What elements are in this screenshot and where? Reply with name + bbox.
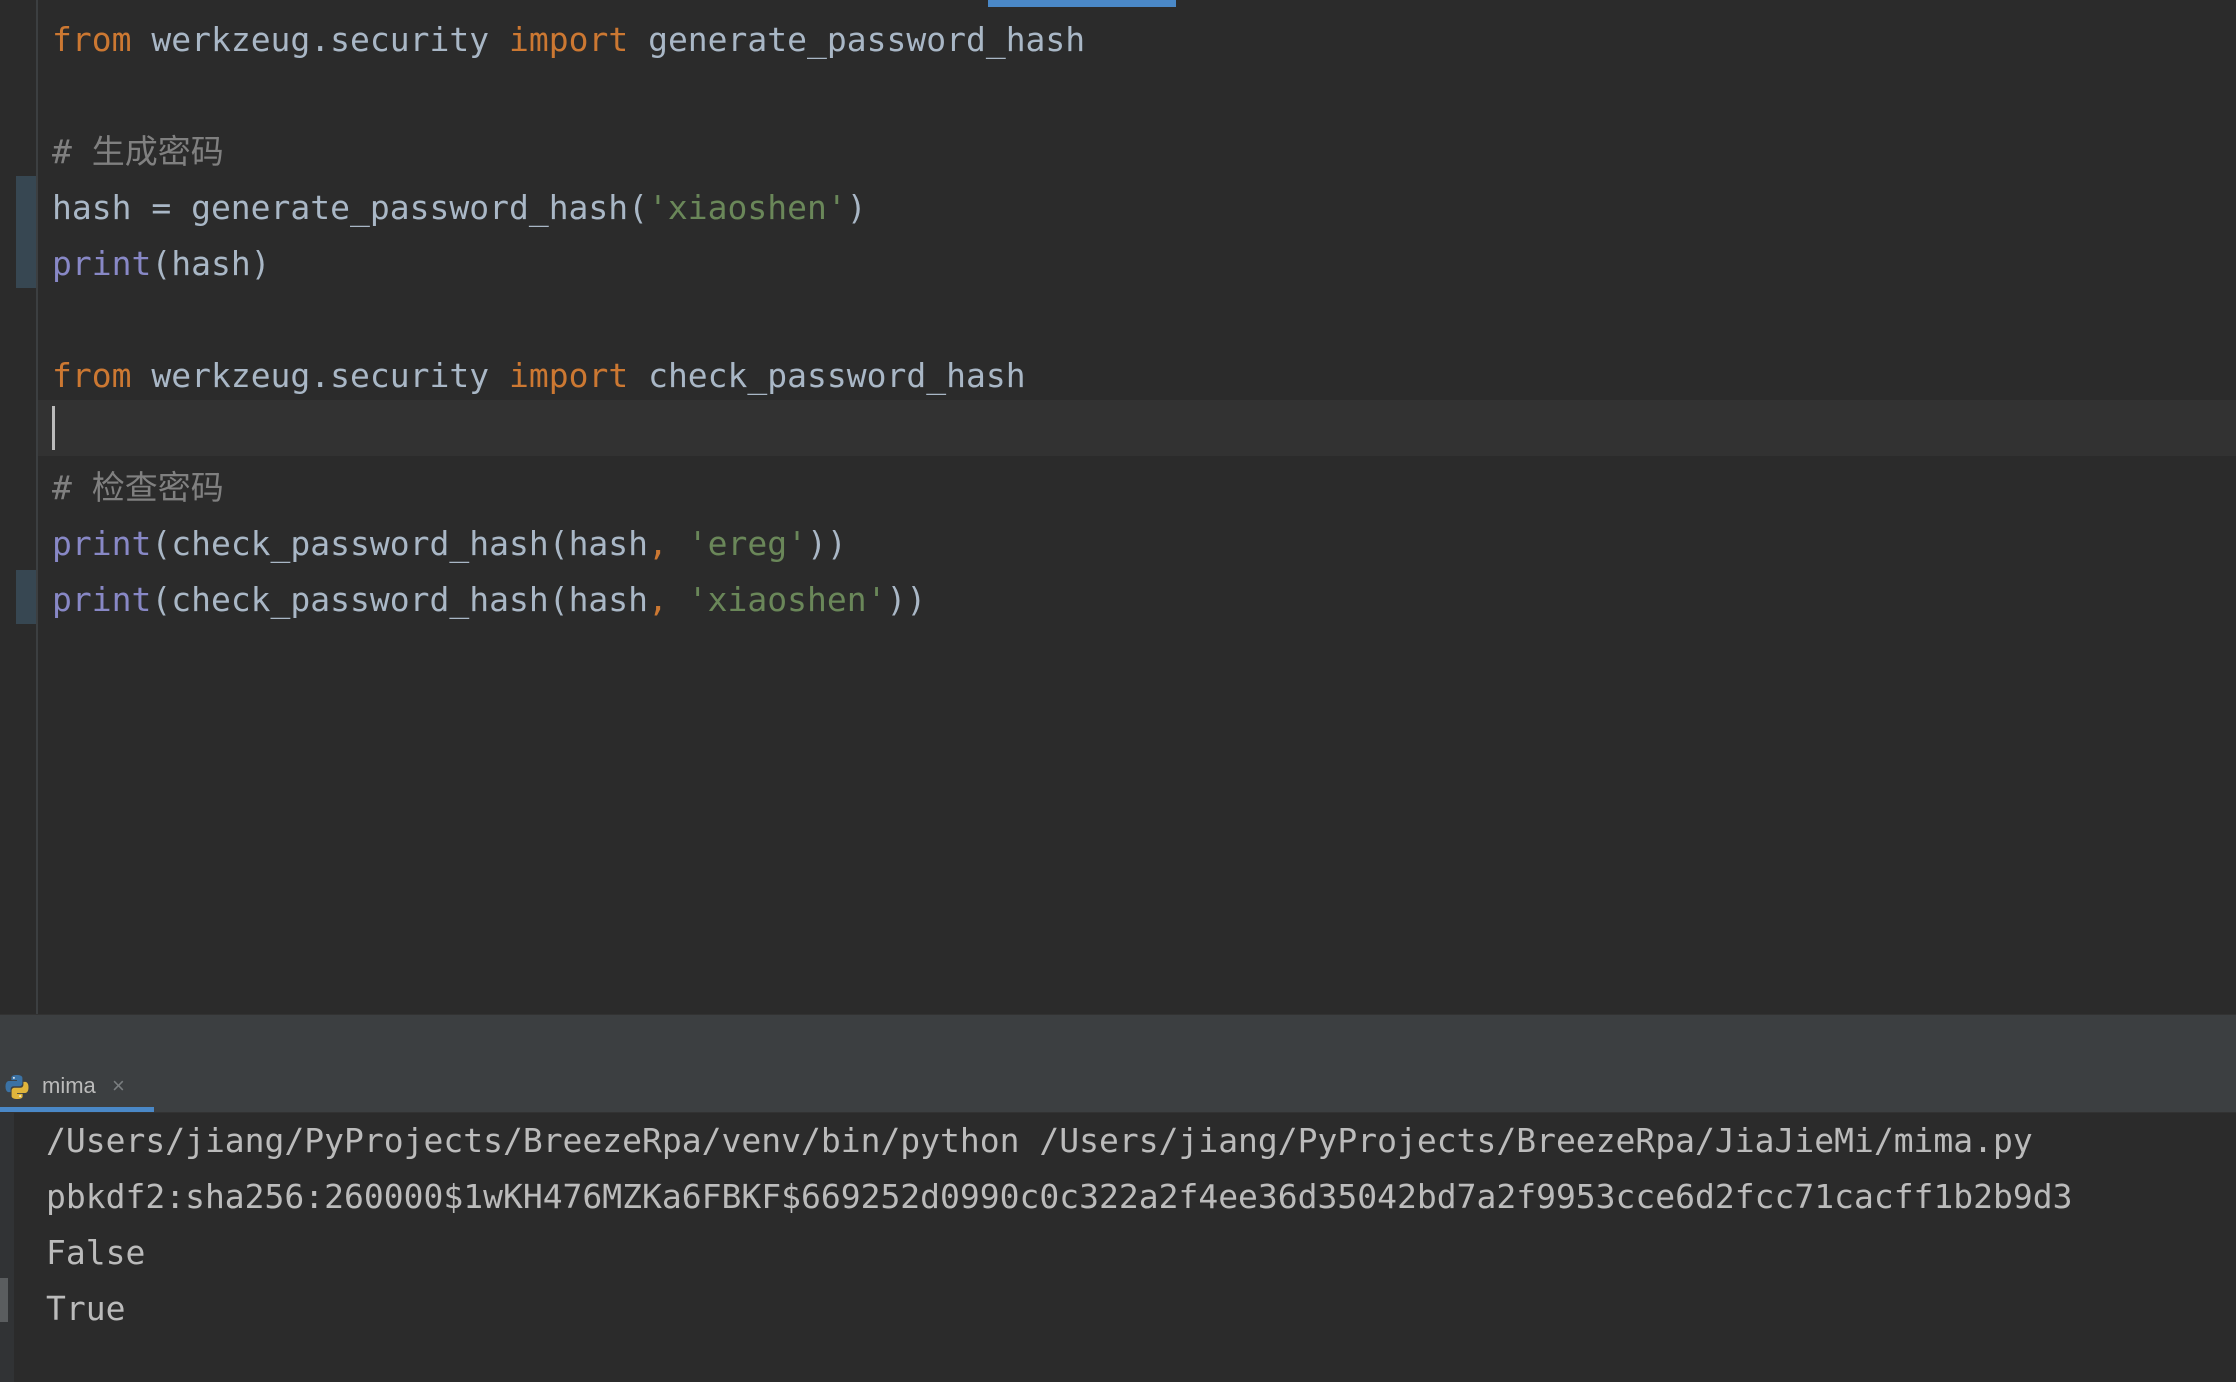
panel-separator[interactable] xyxy=(0,1014,2236,1061)
code-text: )) xyxy=(886,580,927,619)
run-tool-window-tabs: mima × xyxy=(0,1060,2236,1113)
comment: # 检查密码 xyxy=(52,468,224,507)
code-line-4[interactable]: hash = generate_password_hash('xiaoshen'… xyxy=(52,180,867,236)
code-text: (check_password_hash(hash xyxy=(151,524,649,563)
code-text: (hash) xyxy=(151,244,271,283)
run-console-output[interactable]: /Users/jiang/PyProjects/BreezeRpa/venv/b… xyxy=(0,1113,2236,1382)
identifier: generate_password_hash xyxy=(628,20,1086,59)
comment: # 生成密码 xyxy=(52,132,224,171)
module-name: werkzeug.security xyxy=(131,356,509,395)
current-line-highlight xyxy=(38,400,2236,456)
gutter-divider xyxy=(36,0,38,1014)
builtin-function: print xyxy=(52,580,152,619)
keyword: from xyxy=(52,20,132,59)
code-text: )) xyxy=(807,524,847,563)
code-text: (check_password_hash(hash xyxy=(151,580,649,619)
code-line-1[interactable]: from werkzeug.security import generate_p… xyxy=(52,12,1085,68)
identifier: check_password_hash xyxy=(628,356,1026,395)
comma: , xyxy=(648,524,668,563)
console-gutter xyxy=(0,1113,14,1382)
console-scroll-mark xyxy=(0,1278,8,1322)
keyword: from xyxy=(52,356,132,395)
run-tab-mima[interactable]: mima × xyxy=(0,1060,154,1112)
string-literal: 'xiaoshen' xyxy=(687,580,887,619)
console-line-result: True xyxy=(46,1289,126,1328)
code-editor[interactable]: from werkzeug.security import generate_p… xyxy=(0,0,2236,1014)
code-line-5[interactable]: print(hash) xyxy=(52,236,271,292)
code-line-10[interactable]: print(check_password_hash(hash, 'ereg')) xyxy=(52,516,847,572)
text-caret xyxy=(52,406,55,450)
comma: , xyxy=(648,580,668,619)
module-name: werkzeug.security xyxy=(131,20,509,59)
code-line-7[interactable]: from werkzeug.security import check_pass… xyxy=(52,348,1026,404)
console-line-result: False xyxy=(46,1233,146,1272)
console-line-hash: pbkdf2:sha256:260000$1wKH476MZKa6FBKF$66… xyxy=(46,1177,2073,1216)
change-marker xyxy=(16,570,36,624)
builtin-function: print xyxy=(52,524,152,563)
close-icon[interactable]: × xyxy=(112,1072,125,1100)
string-literal: 'xiaoshen' xyxy=(648,188,847,227)
keyword: import xyxy=(508,356,629,395)
code-text: ) xyxy=(846,188,867,227)
scroll-indicator xyxy=(988,0,1176,7)
code-line-3[interactable]: # 生成密码 xyxy=(52,124,224,180)
run-tab-label: mima xyxy=(42,1073,96,1098)
code-text: hash = generate_password_hash( xyxy=(52,188,649,227)
string-literal: 'ereg' xyxy=(687,524,808,563)
code-line-9[interactable]: # 检查密码 xyxy=(52,460,224,516)
python-icon xyxy=(5,1075,29,1099)
code-line-11[interactable]: print(check_password_hash(hash, 'xiaoshe… xyxy=(52,572,926,628)
console-line-command: /Users/jiang/PyProjects/BreezeRpa/venv/b… xyxy=(46,1121,2033,1160)
keyword: import xyxy=(508,20,629,59)
active-tab-indicator xyxy=(0,1107,154,1112)
builtin-function: print xyxy=(52,244,152,283)
change-marker xyxy=(16,176,36,288)
